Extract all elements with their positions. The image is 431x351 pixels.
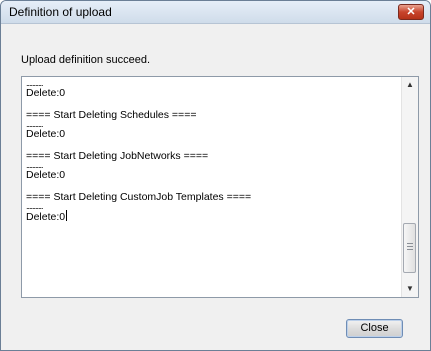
log-textbox[interactable]: ........... Delete:0 ==== Start Deleting S… xyxy=(21,76,419,298)
scroll-thumb[interactable] xyxy=(403,223,416,273)
log-line: Delete:0 xyxy=(26,169,66,181)
text-cursor xyxy=(66,210,68,221)
close-icon[interactable]: ✕ xyxy=(398,4,424,20)
log-line: Delete:0 xyxy=(26,87,66,99)
window-title: Definition of upload xyxy=(9,5,112,19)
log-line: ==== Start Deleting Schedules ==== xyxy=(26,109,197,121)
log-line: Delete:0 xyxy=(26,210,68,223)
log-line: Delete:0 xyxy=(26,128,66,140)
log-content[interactable]: ........... Delete:0 ==== Start Deleting S… xyxy=(26,79,398,224)
log-blank-line xyxy=(26,141,398,150)
vertical-scrollbar[interactable]: ▲ ▼ xyxy=(401,77,418,297)
scroll-down-icon[interactable]: ▼ xyxy=(402,281,418,297)
scroll-up-icon[interactable]: ▲ xyxy=(402,77,418,93)
dialog-window: Definition of upload ✕ Upload definition… xyxy=(0,0,431,351)
title-bar[interactable]: Definition of upload ✕ xyxy=(1,1,430,24)
log-line: ==== Start Deleting CustomJob Templates … xyxy=(26,191,252,203)
log-line: ==== Start Deleting JobNetworks ==== xyxy=(26,150,209,162)
status-message: Upload definition succeed. xyxy=(21,54,151,66)
log-blank-line xyxy=(26,182,398,191)
log-blank-line xyxy=(26,100,398,109)
close-button[interactable]: Close xyxy=(346,319,403,338)
grip-icon xyxy=(407,243,413,251)
